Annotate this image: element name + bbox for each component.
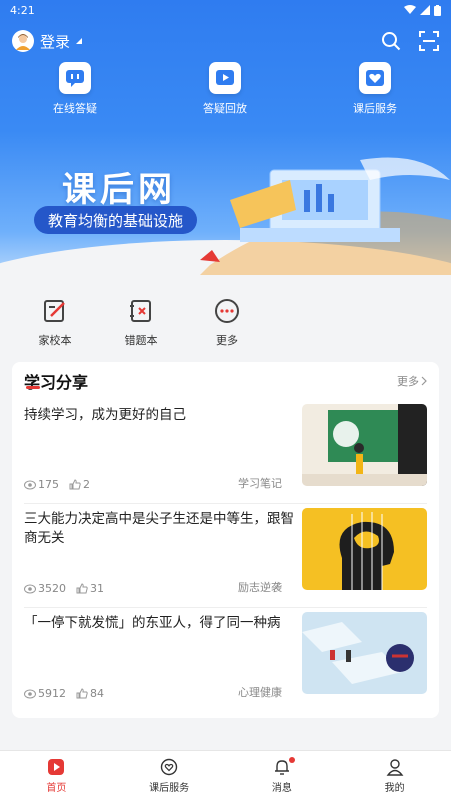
top-bar-actions bbox=[381, 31, 439, 51]
article-title: 三大能力决定高中是尖子生还是中等生，跟智商无关 bbox=[24, 511, 294, 546]
login-button[interactable]: 登录 bbox=[12, 30, 83, 52]
thumbs-up-icon bbox=[76, 688, 88, 699]
article-views: 5912 bbox=[24, 687, 66, 700]
avatar-icon bbox=[16, 34, 30, 50]
more-link[interactable]: 更多 bbox=[397, 373, 427, 389]
likes-count: 84 bbox=[90, 687, 104, 700]
eye-icon bbox=[24, 480, 36, 489]
article-meta: 3520 31 bbox=[24, 582, 104, 595]
article-title: 持续学习，成为更好的自己 bbox=[24, 407, 186, 423]
article-item[interactable]: 「一停下就发慌」的东亚人，得了同一种病 5912 84 心理健康 bbox=[24, 608, 427, 712]
status-time: 4:21 bbox=[10, 3, 35, 17]
article-views: 3520 bbox=[24, 582, 66, 595]
tool-label: 错题本 bbox=[124, 334, 158, 347]
home-icon bbox=[48, 758, 65, 775]
top-bar: 登录 bbox=[12, 28, 439, 54]
quick-action-label: 课后服务 bbox=[353, 102, 397, 115]
avatar bbox=[12, 30, 34, 52]
banner-illustration bbox=[200, 157, 451, 275]
nav-label: 首页 bbox=[46, 782, 67, 794]
nav-label: 我的 bbox=[384, 782, 405, 794]
nav-label: 课后服务 bbox=[149, 782, 190, 794]
views-count: 5912 bbox=[38, 687, 66, 700]
views-count: 175 bbox=[38, 478, 59, 491]
article-image bbox=[302, 508, 427, 590]
views-count: 3520 bbox=[38, 582, 66, 595]
nav-service[interactable]: 课后服务 bbox=[113, 751, 226, 800]
battery-icon bbox=[434, 4, 441, 16]
article-meta: 175 2 bbox=[24, 478, 90, 491]
tool-more[interactable]: 更多 bbox=[184, 298, 270, 358]
article-views: 175 bbox=[24, 478, 59, 491]
thumbs-up-icon bbox=[69, 479, 81, 490]
tool-label: 更多 bbox=[216, 334, 238, 347]
quick-action-label: 答疑回放 bbox=[203, 102, 247, 115]
signal-icon bbox=[420, 5, 430, 15]
search-icon[interactable] bbox=[381, 31, 401, 51]
bottom-nav: 首页 课后服务 消息 我的 bbox=[0, 750, 451, 800]
more-icon bbox=[215, 299, 239, 323]
quick-action-qa-replay[interactable]: 答疑回放 bbox=[150, 62, 300, 116]
thumbs-up-icon bbox=[76, 583, 88, 594]
nav-label: 消息 bbox=[271, 782, 292, 794]
play-icon bbox=[209, 62, 241, 94]
article-image bbox=[302, 612, 427, 694]
likes-count: 2 bbox=[83, 478, 90, 491]
tools-row: 家校本 错题本 更多 bbox=[0, 298, 451, 358]
tool-home-school[interactable]: 家校本 bbox=[12, 298, 98, 358]
learning-share-card: 学习分享 更多 持续学习，成为更好的自己 175 2 学习笔记 三大能力决定高中… bbox=[12, 362, 439, 718]
status-icons bbox=[404, 4, 441, 16]
more-label: 更多 bbox=[397, 375, 419, 388]
chevron-right-icon bbox=[421, 376, 427, 386]
banner-slogan: 教育均衡的基础设施 bbox=[34, 206, 198, 234]
login-label: 登录 bbox=[40, 32, 71, 51]
banner-title: 课后网 bbox=[62, 170, 176, 210]
quick-actions: 在线答疑 答疑回放 课后服务 bbox=[0, 62, 451, 116]
article-title: 「一停下就发慌」的东亚人，得了同一种病 bbox=[24, 615, 281, 631]
nav-messages[interactable]: 消息 bbox=[226, 751, 339, 800]
article-item[interactable]: 持续学习，成为更好的自己 175 2 学习笔记 bbox=[24, 400, 427, 504]
service-icon bbox=[160, 758, 178, 775]
scan-icon[interactable] bbox=[419, 31, 439, 51]
quick-action-label: 在线答疑 bbox=[53, 102, 97, 115]
caret-icon bbox=[76, 38, 83, 44]
eye-icon bbox=[24, 689, 36, 698]
heart-icon bbox=[359, 62, 391, 94]
eye-icon bbox=[24, 584, 36, 593]
edit-icon bbox=[44, 300, 65, 322]
article-meta: 5912 84 bbox=[24, 687, 104, 700]
chat-icon bbox=[59, 62, 91, 94]
likes-count: 31 bbox=[90, 582, 104, 595]
nav-home[interactable]: 首页 bbox=[0, 751, 113, 800]
article-image bbox=[302, 404, 427, 486]
article-tag: 心理健康 bbox=[238, 686, 282, 699]
article-item[interactable]: 三大能力决定高中是尖子生还是中等生，跟智商无关 3520 31 励志逆袭 bbox=[24, 504, 427, 608]
tool-label: 家校本 bbox=[38, 334, 72, 347]
quick-action-after-school[interactable]: 课后服务 bbox=[300, 62, 450, 116]
quick-action-online-qa[interactable]: 在线答疑 bbox=[0, 62, 150, 116]
article-likes: 2 bbox=[69, 478, 90, 491]
wrong-book-icon bbox=[130, 300, 151, 322]
card-header: 学习分享 更多 bbox=[12, 362, 439, 400]
article-tag: 励志逆袭 bbox=[238, 581, 282, 594]
section-title: 学习分享 bbox=[24, 369, 88, 393]
nav-profile[interactable]: 我的 bbox=[338, 751, 451, 800]
article-likes: 84 bbox=[76, 687, 104, 700]
tool-wrong-book[interactable]: 错题本 bbox=[98, 298, 184, 358]
wifi-icon bbox=[404, 5, 416, 14]
article-tag: 学习笔记 bbox=[238, 477, 282, 490]
notification-dot bbox=[288, 757, 295, 763]
user-icon bbox=[386, 758, 404, 776]
status-bar: 4:21 bbox=[0, 0, 451, 20]
article-likes: 31 bbox=[76, 582, 104, 595]
